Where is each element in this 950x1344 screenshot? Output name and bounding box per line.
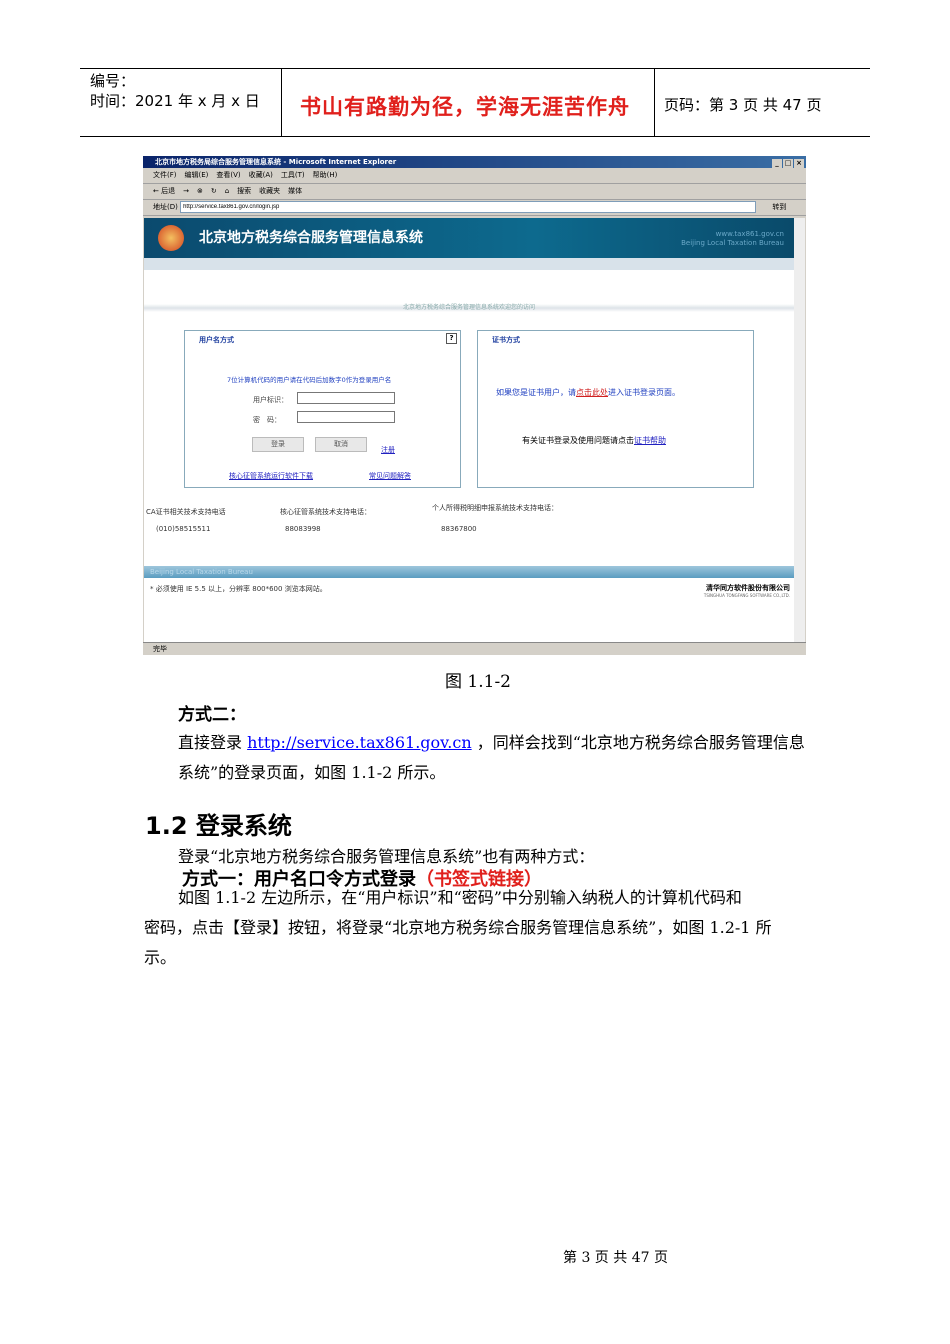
paragraph-3-end: 示。: [144, 948, 177, 967]
window-title: 北京市地方税务局综合服务管理信息系统 - Microsoft Internet …: [155, 158, 397, 166]
user-login-box: 用户名方式 ? 7位计算机代码的用户请在代码后加数字0作为登录用户名 用户标识：…: [184, 330, 461, 488]
address-input[interactable]: [180, 201, 757, 213]
company-name: 清华同方软件股份有限公司: [706, 584, 790, 592]
page-header: 编号： 时间：2021 年 x 月 x 日 书山有路勤为径，学海无涯苦作舟 页码：…: [80, 68, 870, 137]
status-bar: 完毕: [143, 642, 806, 655]
method2-title: 方式二：: [178, 705, 246, 725]
menu-help[interactable]: 帮助(H): [313, 171, 338, 179]
user-box-title: 用户名方式: [199, 336, 234, 344]
search-button[interactable]: 搜索: [237, 187, 251, 195]
stop-button[interactable]: ⊗: [197, 187, 203, 195]
menu-edit[interactable]: 编辑(E): [185, 171, 209, 179]
register-link[interactable]: 注册: [381, 445, 395, 455]
browser-notice: * 必须使用 IE 5.5 以上，分辨率 800*600 浏览本网站。: [150, 585, 327, 593]
favorites-button[interactable]: 收藏夹: [259, 187, 280, 195]
address-bar: 地址(D) 转到: [143, 200, 806, 216]
media-button[interactable]: 媒体: [288, 187, 302, 195]
support-phone: 88367800: [441, 525, 477, 533]
login-button[interactable]: 登录: [252, 437, 304, 452]
cert-click-here-link[interactable]: 点击此处: [576, 388, 608, 397]
figure-caption: 图 1.1-2: [445, 672, 511, 692]
support-phone: (010)58515511: [156, 525, 211, 533]
vertical-scrollbar[interactable]: [794, 218, 805, 642]
site-title: 北京地方税务综合服务管理信息系统: [199, 230, 423, 246]
support-label: 个人所得税明细申报系统技术支持电话：: [432, 504, 558, 512]
site-banner: 北京地方税务综合服务管理信息系统 www.tax861.gov.cn Beijin…: [144, 218, 794, 258]
cancel-button[interactable]: 取消: [315, 437, 367, 452]
site-url: www.tax861.gov.cn: [715, 230, 784, 238]
footer-bar: Beijing Local Taxation Bureau: [144, 566, 800, 578]
page-label: 页码：第 3 页 共 47 页: [664, 96, 822, 114]
support-phone: 88083998: [285, 525, 321, 533]
cancel-label: 取消: [334, 440, 348, 448]
support-label: CA证书相关技术支持电话: [146, 508, 226, 516]
login-label: 登录: [271, 440, 285, 448]
paragraph-3: 如图 1.1-2 左边所示，在“用户标识”和“密码”中分别输入纳税人的计算机代码…: [178, 888, 742, 907]
cert-help-link[interactable]: 证书帮助: [634, 436, 666, 445]
welcome-text: 北京地方税务综合服务管理信息系统欢迎您的访问: [144, 304, 794, 312]
maximize-icon[interactable]: □: [783, 159, 793, 168]
paragraph-1: 直接登录 http://service.tax861.gov.cn ，同样会找到…: [178, 733, 805, 752]
address-label: 地址(D): [153, 203, 178, 211]
cert-line1: 如果您是证书用户，请点击此处进入证书登录页面。: [496, 388, 680, 397]
toolbar: ← 后退 → ⊗ ↻ ⌂ 搜索 收藏夹 媒体: [143, 184, 806, 200]
paragraph-3-cont: 密码，点击【登录】按钮，将登录“北京地方税务综合服务管理信息系统”，如图 1.2…: [144, 918, 772, 937]
close-icon[interactable]: ×: [794, 159, 804, 168]
emblem-icon: [158, 225, 184, 251]
web-content: 北京地方税务综合服务管理信息系统 www.tax861.gov.cn Beijin…: [144, 218, 800, 642]
refresh-button[interactable]: ↻: [211, 187, 217, 195]
menu-file[interactable]: 文件(F): [153, 171, 177, 179]
home-button[interactable]: ⌂: [225, 187, 229, 195]
title-bar: 北京市地方税务局综合服务管理信息系统 - Microsoft Internet …: [143, 156, 806, 168]
login-hint: 7位计算机代码的用户请在代码后加数字0作为登录用户名: [227, 376, 392, 384]
password-input[interactable]: [297, 411, 395, 423]
go-button[interactable]: 转到: [772, 203, 786, 211]
user-id-input[interactable]: [297, 392, 395, 404]
support-label: 核心征管系统技术支持电话：: [280, 508, 371, 516]
password-label: 密 码：: [253, 416, 281, 424]
number-label: 编号：: [90, 72, 136, 90]
section-heading: 1.2 登录系统: [145, 812, 292, 840]
company-name-en: TSINGHUA TONGFANG SOFTWARE CO.,LTD.: [703, 593, 790, 598]
status-text: 完毕: [153, 645, 167, 653]
time-label: 时间：2021 年 x 月 x 日: [90, 92, 260, 110]
menu-tools[interactable]: 工具(T): [281, 171, 305, 179]
cert-box-title: 证书方式: [492, 336, 520, 344]
help-icon[interactable]: ?: [446, 333, 457, 344]
menu-view[interactable]: 查看(V): [216, 171, 240, 179]
paragraph-1-cont: 系统”的登录页面，如图 1.1-2 所示。: [178, 763, 446, 782]
cert-line2: 有关证书登录及使用问题请点击证书帮助: [522, 436, 666, 445]
company-logo: 清华同方软件股份有限公司 TSINGHUA TONGFANG SOFTWARE C…: [704, 583, 790, 598]
forward-button[interactable]: →: [183, 187, 189, 195]
motto: 书山有路勤为径，学海无涯苦作舟: [300, 94, 630, 119]
menu-favorites[interactable]: 收藏(A): [249, 171, 273, 179]
back-button[interactable]: ← 后退: [153, 187, 175, 195]
page-footer: 第 3 页 共 47 页: [563, 1250, 668, 1266]
site-english: Beijing Local Taxation Bureau: [681, 239, 784, 247]
service-url-link[interactable]: http://service.tax861.gov.cn: [247, 733, 472, 752]
cert-login-box: 证书方式 如果您是证书用户，请点击此处进入证书登录页面。 有关证书登录及使用问题…: [477, 330, 754, 488]
document-page: 编号： 时间：2021 年 x 月 x 日 书山有路勤为径，学海无涯苦作舟 页码：…: [0, 0, 950, 1344]
menu-bar: 文件(F) 编辑(E) 查看(V) 收藏(A) 工具(T) 帮助(H): [143, 168, 806, 184]
faq-link[interactable]: 常见问题解答: [369, 471, 411, 481]
user-id-label: 用户标识：: [253, 396, 288, 404]
minimize-icon[interactable]: _: [772, 159, 782, 168]
download-link[interactable]: 核心征管系统运行软件下载: [229, 471, 313, 481]
browser-screenshot: 北京市地方税务局综合服务管理信息系统 - Microsoft Internet …: [143, 156, 806, 655]
